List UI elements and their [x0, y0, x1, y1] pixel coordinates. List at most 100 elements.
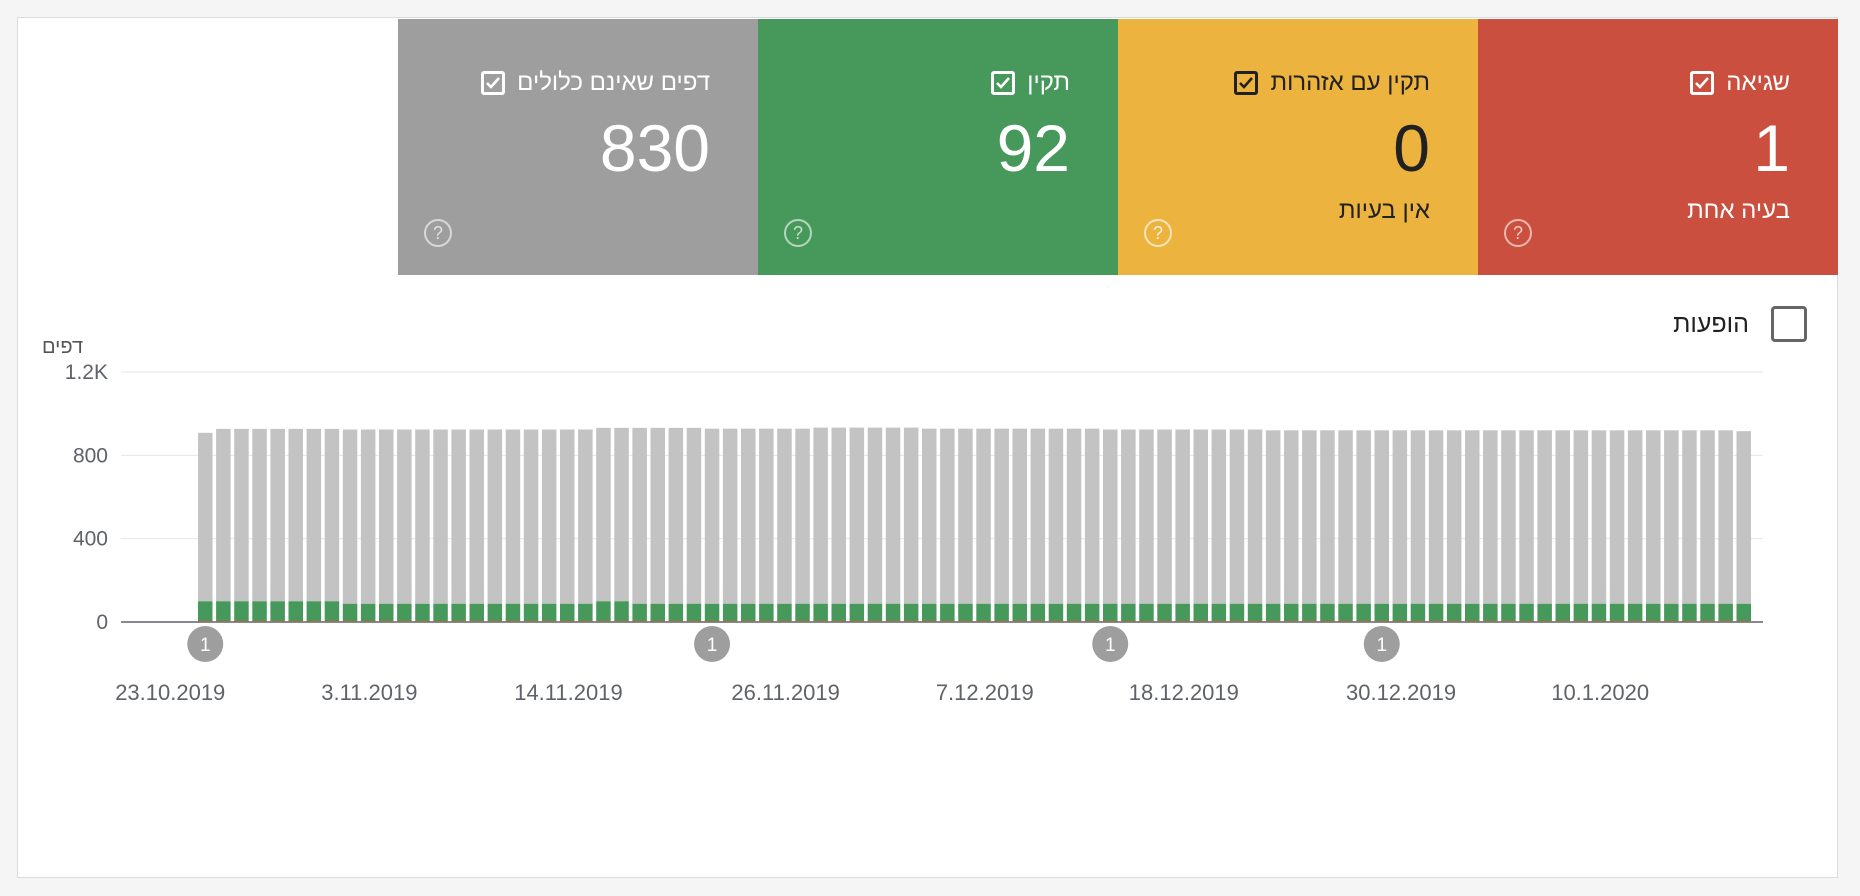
bar-segment: [1012, 428, 1027, 604]
x-tick-label: 14.11.2019: [514, 680, 622, 705]
bar-segment: [777, 603, 792, 622]
y-tick-label: 800: [73, 444, 108, 467]
bar-segment: [560, 603, 575, 622]
bar-segment: [1247, 621, 1263, 622]
bar-segment: [1211, 603, 1227, 622]
bar-segment: [940, 621, 955, 622]
bar-segment: [759, 621, 774, 622]
bar-segment: [741, 621, 756, 622]
bar-segment: [379, 603, 394, 622]
bar-segment: [1736, 621, 1751, 622]
bar-segment: [632, 621, 647, 622]
bar-segment: [1048, 428, 1064, 604]
bar-segment: [1229, 621, 1245, 622]
bar-segment: [578, 603, 593, 622]
bar-segment: [1066, 621, 1082, 622]
bar-segment: [469, 603, 484, 622]
y-tick-label: 1.2K: [65, 361, 108, 384]
bar-segment: [614, 621, 629, 622]
bar-segment: [288, 621, 303, 622]
bar-segment: [1682, 603, 1697, 622]
bar-segment: [1537, 430, 1552, 604]
bar-segment: [433, 429, 448, 604]
bar-segment: [777, 428, 792, 604]
bar-segment: [397, 603, 412, 622]
bar-segment: [198, 621, 213, 622]
bar-segment: [994, 428, 1009, 604]
bar-segment: [1302, 621, 1317, 622]
bar-segment: [885, 427, 901, 604]
bar-segment: [198, 601, 213, 622]
bar-segment: [596, 621, 611, 622]
bar-segment: [668, 603, 684, 622]
bar-segment: [1157, 429, 1172, 604]
bar-segment: [360, 621, 376, 622]
bar-segment: [1718, 621, 1733, 622]
bar-segment: [759, 603, 774, 622]
bar-segment: [1392, 621, 1408, 622]
bar-segment: [1175, 429, 1190, 604]
bar-segment: [433, 621, 448, 622]
bar-segment: [831, 603, 846, 622]
bar-segment: [1265, 603, 1281, 622]
bar-segment: [1609, 621, 1625, 622]
bar-segment: [1320, 603, 1335, 622]
bar-segment: [1084, 621, 1100, 622]
bar-segment: [903, 603, 919, 622]
bar-segment: [578, 621, 593, 622]
bar-segment: [541, 429, 557, 604]
bar-segment: [885, 621, 901, 622]
bar-segment: [1012, 621, 1027, 622]
bar-segment: [1302, 430, 1317, 604]
bar-segment: [1609, 603, 1625, 622]
bar-segment: [541, 603, 557, 622]
bar-segment: [306, 428, 322, 602]
bar-segment: [397, 429, 412, 604]
bar-segment: [360, 603, 376, 622]
bar-segment: [614, 427, 629, 602]
bar-segment: [1392, 603, 1408, 622]
bar-segment: [1664, 430, 1679, 604]
bar-segment: [1573, 621, 1589, 622]
bar-segment: [306, 621, 322, 622]
x-tick-label: 7.12.2019: [936, 680, 1034, 705]
bar-segment: [867, 621, 883, 622]
bar-segment: [958, 603, 973, 622]
bar-segment: [885, 603, 901, 622]
bar-segment: [1555, 603, 1570, 622]
bar-segment: [1718, 430, 1733, 604]
bar-segment: [795, 603, 810, 622]
bar-segment: [252, 428, 267, 602]
bar-segment: [1573, 430, 1589, 604]
bar-segment: [1555, 430, 1570, 604]
annotation-label: 1: [1376, 635, 1387, 656]
bar-segment: [1591, 603, 1607, 622]
bar-segment: [1591, 621, 1607, 622]
bar-segment: [451, 621, 466, 622]
bar-segment: [867, 603, 883, 622]
bar-segment: [288, 601, 303, 622]
bar-segment: [795, 621, 810, 622]
bar-segment: [668, 621, 684, 622]
x-tick-label: 3.11.2019: [321, 680, 417, 705]
bar-segment: [1446, 603, 1462, 622]
bar-segment: [1627, 430, 1643, 604]
bar-segment: [614, 601, 629, 622]
bar-segment: [1664, 603, 1679, 622]
bar-segment: [686, 621, 702, 622]
bar-segment: [741, 603, 756, 622]
bar-segment: [741, 428, 756, 604]
bar-segment: [1465, 621, 1480, 622]
bar-segment: [704, 428, 720, 604]
bar-segment: [1483, 621, 1498, 622]
bar-segment: [1338, 603, 1353, 622]
bar-segment: [1247, 429, 1263, 604]
bar-segment: [994, 621, 1009, 622]
bar-segment: [1103, 429, 1118, 604]
bar-segment: [1030, 621, 1046, 622]
bar-segment: [1718, 603, 1733, 622]
bar-segment: [324, 428, 340, 602]
bar-segment: [1247, 603, 1263, 622]
bar-segment: [831, 427, 846, 604]
bar-segment: [1410, 603, 1426, 622]
